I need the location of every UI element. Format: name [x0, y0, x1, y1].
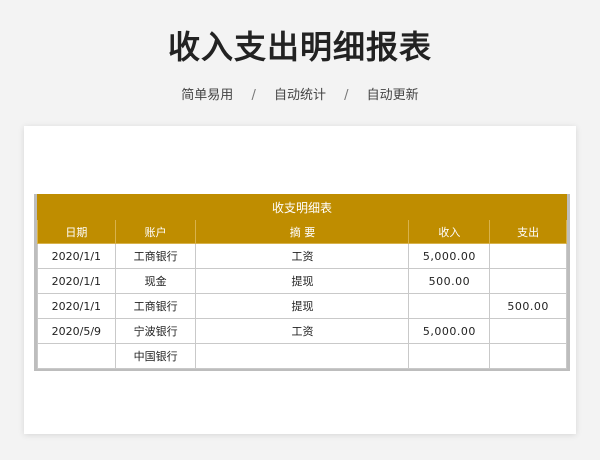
cell-date[interactable]: 2020/1/1	[37, 243, 116, 269]
cell-date[interactable]: 2020/1/1	[37, 293, 116, 319]
column-header-income[interactable]: 收入	[408, 219, 491, 244]
cell-account[interactable]: 工商银行	[114, 293, 197, 319]
cell-date[interactable]: 2020/1/1	[37, 268, 116, 294]
cell-income[interactable]	[408, 343, 491, 369]
table-caption: 收支明细表	[37, 194, 567, 220]
cell-date[interactable]	[37, 343, 116, 369]
cell-expense[interactable]	[489, 243, 567, 269]
column-header-expense[interactable]: 支出	[489, 219, 567, 244]
cell-account[interactable]: 现金	[114, 268, 197, 294]
cell-income[interactable]: 500.00	[408, 268, 491, 294]
column-header-summary[interactable]: 摘 要	[195, 219, 410, 244]
cell-account[interactable]: 宁波银行	[114, 318, 197, 344]
cell-summary[interactable]	[195, 343, 410, 369]
cell-expense[interactable]	[489, 268, 567, 294]
tag-separator: /	[344, 88, 349, 103]
cell-summary[interactable]: 工资	[195, 318, 410, 344]
table-caption-row: 收支明细表	[37, 194, 567, 220]
cell-expense[interactable]	[489, 343, 567, 369]
cell-expense[interactable]	[489, 318, 567, 344]
ledger-table: 收支明细表 日期 账户 摘 要 收入 支出 2020/1/1 工商银行 工资 5…	[37, 194, 567, 369]
table-row: 2020/1/1 工商银行 工资 5,000.00	[37, 243, 567, 269]
tag-auto-stats: 自动统计	[273, 88, 326, 103]
cell-date[interactable]: 2020/5/9	[37, 318, 116, 344]
column-header-account[interactable]: 账户	[114, 219, 197, 244]
feature-tags: 简单易用 / 自动统计 / 自动更新	[0, 84, 600, 103]
cell-income[interactable]: 5,000.00	[408, 243, 491, 269]
cell-account[interactable]: 工商银行	[114, 243, 197, 269]
cell-summary[interactable]: 提现	[195, 268, 410, 294]
column-header-date[interactable]: 日期	[37, 219, 116, 244]
table-row: 中国银行	[37, 343, 567, 369]
cell-expense[interactable]: 500.00	[489, 293, 567, 319]
table-row: 2020/1/1 工商银行 提现 500.00	[37, 293, 567, 319]
cell-income[interactable]: 5,000.00	[408, 318, 491, 344]
spreadsheet: 收支明细表 日期 账户 摘 要 收入 支出 2020/1/1 工商银行 工资 5…	[34, 194, 570, 371]
table-row: 2020/1/1 现金 提现 500.00	[37, 268, 567, 294]
cell-summary[interactable]: 提现	[195, 293, 410, 319]
table-header-row: 日期 账户 摘 要 收入 支出	[37, 219, 567, 244]
cell-summary[interactable]: 工资	[195, 243, 410, 269]
page-title: 收入支出明细报表	[167, 28, 432, 66]
table-row: 2020/5/9 宁波银行 工资 5,000.00	[37, 318, 567, 344]
cell-account[interactable]: 中国银行	[114, 343, 197, 369]
tag-auto-update: 自动更新	[366, 88, 419, 103]
cell-income[interactable]	[408, 293, 491, 319]
tag-separator: /	[251, 88, 256, 103]
preview-card: 收支明细表 日期 账户 摘 要 收入 支出 2020/1/1 工商银行 工资 5…	[24, 126, 576, 434]
tag-easy: 简单易用	[181, 88, 234, 103]
